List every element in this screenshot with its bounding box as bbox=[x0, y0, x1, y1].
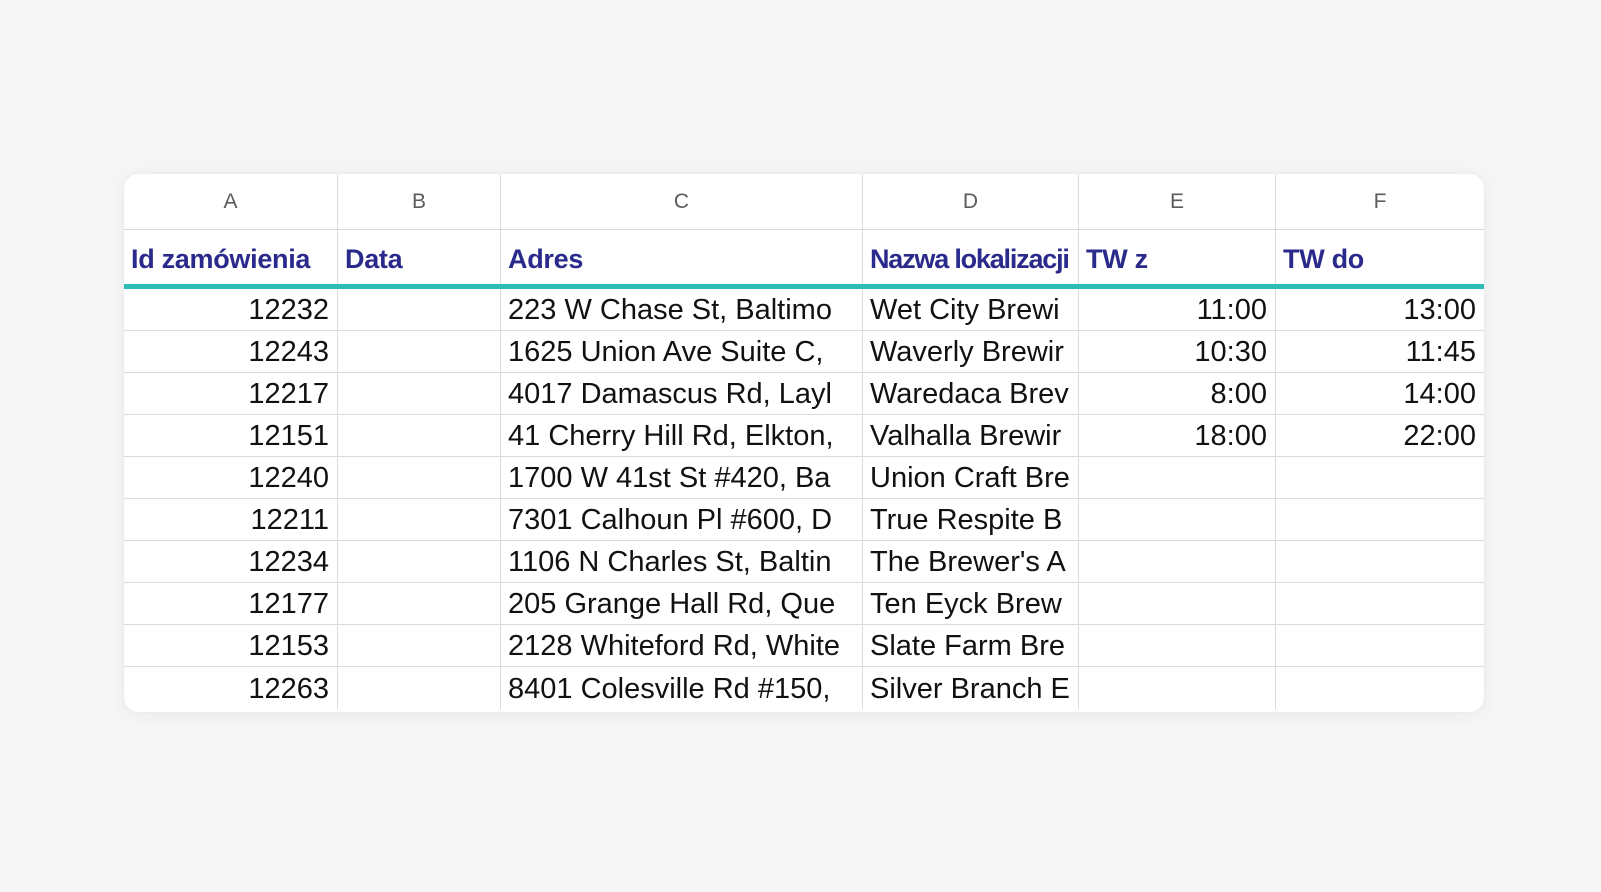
table-row: 12211 7301 Calhoun Pl #600, D True Respite… bbox=[124, 499, 1484, 541]
cell-tw-to[interactable] bbox=[1276, 667, 1484, 709]
cell-address[interactable]: 1625 Union Ave Suite C, bbox=[501, 331, 863, 373]
cell-order-id[interactable]: 12232 bbox=[124, 289, 338, 331]
table-row: 12263 8401 Colesville Rd #150, Silver Bran… bbox=[124, 667, 1484, 709]
cell-order-id[interactable]: 12243 bbox=[124, 331, 338, 373]
cell-tw-from[interactable] bbox=[1079, 499, 1276, 541]
cell-location-name[interactable]: Waverly Brewir bbox=[863, 331, 1079, 373]
header-cell-date[interactable]: Data bbox=[338, 230, 501, 288]
cell-order-id[interactable]: 12177 bbox=[124, 583, 338, 625]
cell-address[interactable]: 1106 N Charles St, Baltin bbox=[501, 541, 863, 583]
cell-tw-from[interactable]: 11:00 bbox=[1079, 289, 1276, 331]
cell-order-id[interactable]: 12263 bbox=[124, 667, 338, 709]
header-cell-address[interactable]: Adres bbox=[501, 230, 863, 288]
cell-location-name[interactable]: Wet City Brewi bbox=[863, 289, 1079, 331]
cell-date[interactable] bbox=[338, 667, 501, 709]
cell-order-id[interactable]: 12211 bbox=[124, 499, 338, 541]
cell-tw-from[interactable]: 18:00 bbox=[1079, 415, 1276, 457]
cell-order-id[interactable]: 12151 bbox=[124, 415, 338, 457]
cell-address[interactable]: 223 W Chase St, Baltimo bbox=[501, 289, 863, 331]
column-header-b[interactable]: B bbox=[338, 174, 501, 230]
cell-location-name[interactable]: Silver Branch E bbox=[863, 667, 1079, 709]
column-letter-row: A B C D E F bbox=[124, 174, 1484, 230]
cell-order-id[interactable]: 12217 bbox=[124, 373, 338, 415]
cell-address[interactable]: 4017 Damascus Rd, Layl bbox=[501, 373, 863, 415]
header-cell-tw-to[interactable]: TW do bbox=[1276, 230, 1484, 288]
cell-tw-from[interactable] bbox=[1079, 541, 1276, 583]
table-row: 12232 223 W Chase St, Baltimo Wet City Bre… bbox=[124, 289, 1484, 331]
cell-date[interactable] bbox=[338, 625, 501, 667]
cell-tw-to[interactable] bbox=[1276, 499, 1484, 541]
spreadsheet: A B C D E F Id zamówienia Data Adres Naz… bbox=[124, 174, 1484, 712]
table-row: 12217 4017 Damascus Rd, Layl Waredaca Brev… bbox=[124, 373, 1484, 415]
cell-date[interactable] bbox=[338, 457, 501, 499]
table-row: 12240 1700 W 41st St #420, Ba Union Craft … bbox=[124, 457, 1484, 499]
cell-tw-from[interactable] bbox=[1079, 457, 1276, 499]
table-row: 12243 1625 Union Ave Suite C, Waverly Brew… bbox=[124, 331, 1484, 373]
table-row: 12151 41 Cherry Hill Rd, Elkton, Valhalla … bbox=[124, 415, 1484, 457]
cell-tw-to[interactable]: 22:00 bbox=[1276, 415, 1484, 457]
cell-location-name[interactable]: Slate Farm Bre bbox=[863, 625, 1079, 667]
table-row: 12234 1106 N Charles St, Baltin The Brewer… bbox=[124, 541, 1484, 583]
cell-tw-from[interactable] bbox=[1079, 625, 1276, 667]
cell-tw-to[interactable] bbox=[1276, 583, 1484, 625]
cell-address[interactable]: 205 Grange Hall Rd, Que bbox=[501, 583, 863, 625]
column-header-d[interactable]: D bbox=[863, 174, 1079, 230]
cell-date[interactable] bbox=[338, 541, 501, 583]
cell-tw-from[interactable] bbox=[1079, 583, 1276, 625]
cell-address[interactable]: 2128 Whiteford Rd, White bbox=[501, 625, 863, 667]
header-cell-location-name[interactable]: Nazwa lokalizacji bbox=[863, 230, 1079, 288]
cell-address[interactable]: 41 Cherry Hill Rd, Elkton, bbox=[501, 415, 863, 457]
cell-order-id[interactable]: 12240 bbox=[124, 457, 338, 499]
table-header-row: Id zamówienia Data Adres Nazwa lokalizac… bbox=[124, 230, 1484, 288]
cell-location-name[interactable]: True Respite B bbox=[863, 499, 1079, 541]
cell-date[interactable] bbox=[338, 331, 501, 373]
cell-date[interactable] bbox=[338, 373, 501, 415]
cell-location-name[interactable]: Ten Eyck Brew bbox=[863, 583, 1079, 625]
cell-location-name[interactable]: The Brewer's A bbox=[863, 541, 1079, 583]
cell-location-name[interactable]: Waredaca Brev bbox=[863, 373, 1079, 415]
column-header-a[interactable]: A bbox=[124, 174, 338, 230]
table-row: 12177 205 Grange Hall Rd, Que Ten Eyck Bre… bbox=[124, 583, 1484, 625]
cell-address[interactable]: 1700 W 41st St #420, Ba bbox=[501, 457, 863, 499]
cell-address[interactable]: 7301 Calhoun Pl #600, D bbox=[501, 499, 863, 541]
cell-tw-from[interactable]: 8:00 bbox=[1079, 373, 1276, 415]
header-cell-order-id[interactable]: Id zamówienia bbox=[124, 230, 338, 288]
cell-tw-to[interactable]: 13:00 bbox=[1276, 289, 1484, 331]
cell-tw-to[interactable] bbox=[1276, 625, 1484, 667]
table-row: 12153 2128 Whiteford Rd, White Slate Farm … bbox=[124, 625, 1484, 667]
cell-order-id[interactable]: 12153 bbox=[124, 625, 338, 667]
cell-tw-from[interactable]: 10:30 bbox=[1079, 331, 1276, 373]
cell-address[interactable]: 8401 Colesville Rd #150, bbox=[501, 667, 863, 709]
header-cell-tw-from[interactable]: TW z bbox=[1079, 230, 1276, 288]
column-header-f[interactable]: F bbox=[1276, 174, 1484, 230]
cell-tw-from[interactable] bbox=[1079, 667, 1276, 709]
cell-location-name[interactable]: Valhalla Brewir bbox=[863, 415, 1079, 457]
cell-tw-to[interactable]: 11:45 bbox=[1276, 331, 1484, 373]
column-header-c[interactable]: C bbox=[501, 174, 863, 230]
cell-tw-to[interactable] bbox=[1276, 541, 1484, 583]
cell-tw-to[interactable] bbox=[1276, 457, 1484, 499]
cell-order-id[interactable]: 12234 bbox=[124, 541, 338, 583]
cell-date[interactable] bbox=[338, 583, 501, 625]
cell-date[interactable] bbox=[338, 289, 501, 331]
cell-date[interactable] bbox=[338, 415, 501, 457]
column-header-e[interactable]: E bbox=[1079, 174, 1276, 230]
cell-date[interactable] bbox=[338, 499, 501, 541]
cell-location-name[interactable]: Union Craft Bre bbox=[863, 457, 1079, 499]
cell-tw-to[interactable]: 14:00 bbox=[1276, 373, 1484, 415]
